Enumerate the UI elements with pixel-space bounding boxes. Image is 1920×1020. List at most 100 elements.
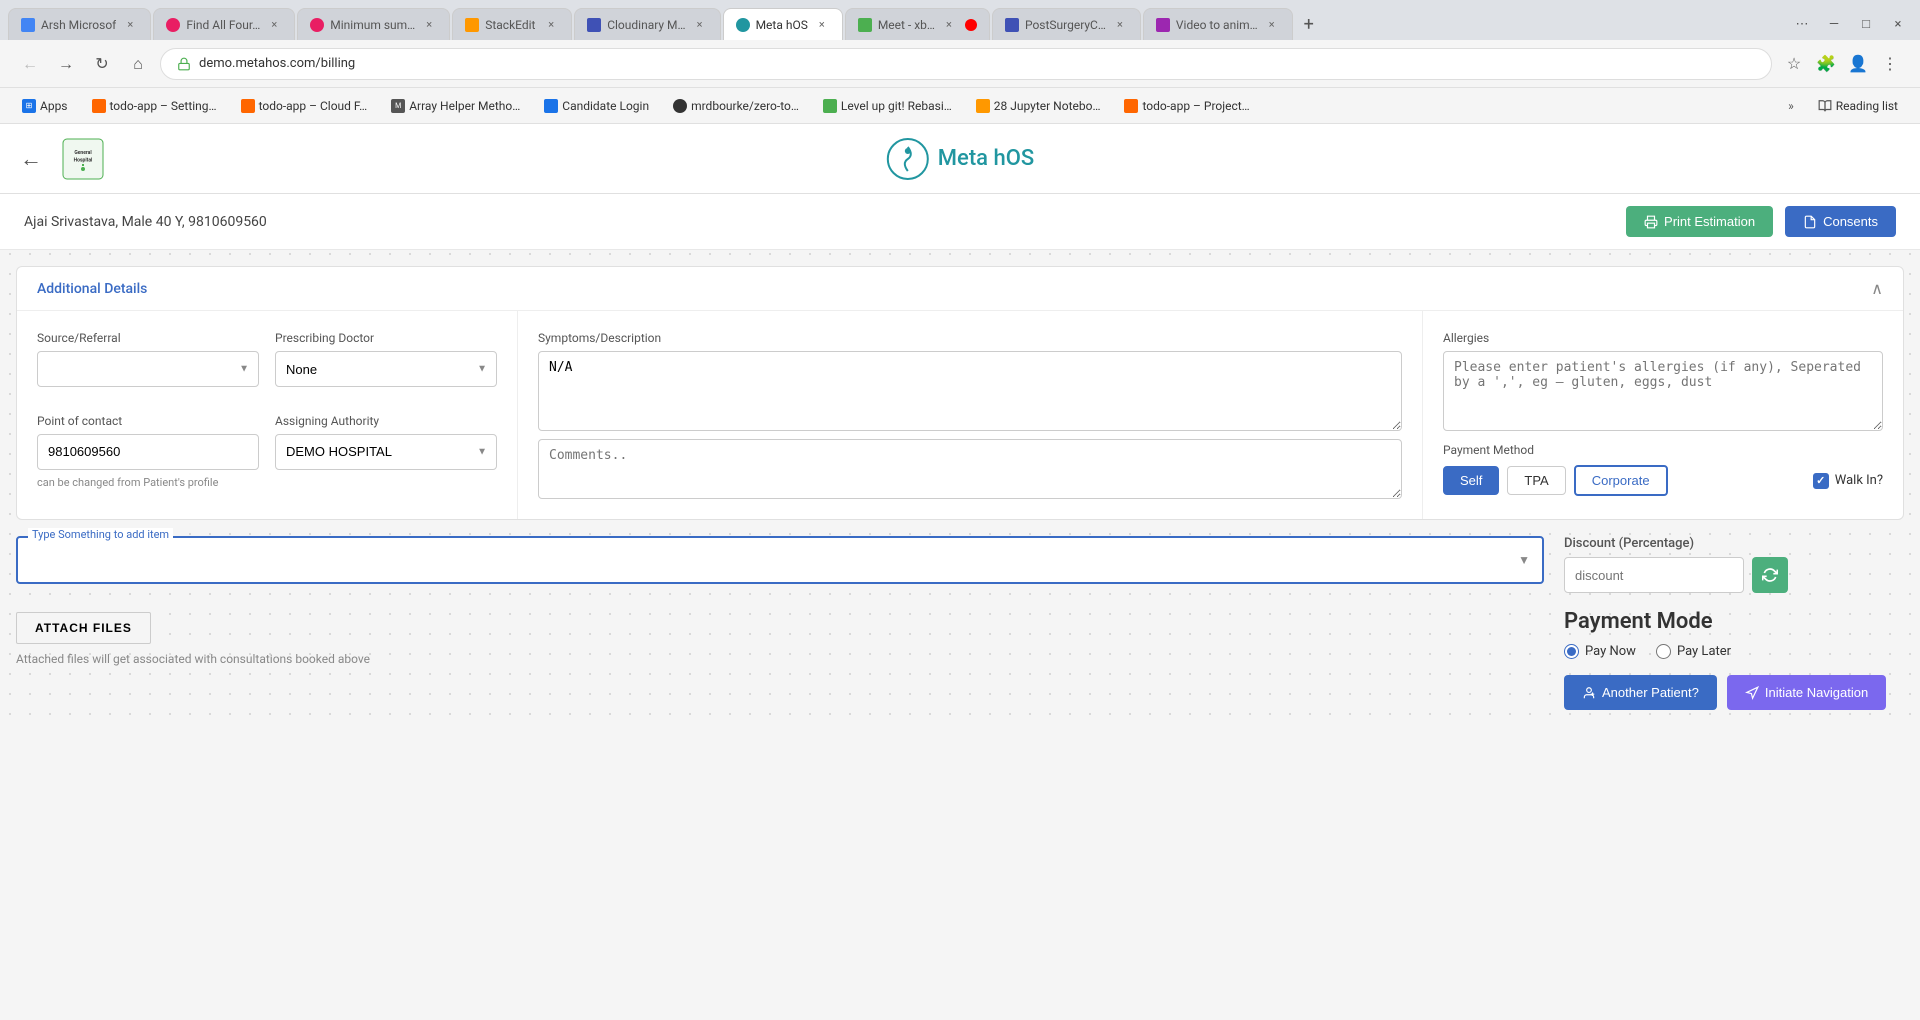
source-referral-group: Source/Referral (37, 331, 259, 398)
point-of-contact-group: Point of contact can be changed from Pat… (37, 414, 259, 500)
section-title: Additional Details (37, 281, 147, 297)
assigning-authority-select[interactable]: DEMO HOSPITAL (275, 434, 497, 470)
bookmark-apps[interactable]: ⊞ Apps (16, 97, 74, 115)
discount-input[interactable] (1564, 557, 1744, 593)
hospital-logo-svg: General Hospital (58, 134, 108, 184)
bookmark-array-helper[interactable]: M Array Helper Metho… (385, 97, 526, 115)
source-referral-select[interactable] (37, 351, 259, 387)
bookmark-todo-cloud[interactable]: todo-app – Cloud F… (235, 97, 374, 115)
item-input-dropdown-icon[interactable]: ▼ (1518, 553, 1530, 567)
right-controls: Discount (Percentage) Payment Mode Pay N… (1564, 536, 1904, 710)
symptoms-description-label: Symptoms/Description (538, 331, 1402, 345)
discount-input-row (1564, 557, 1904, 593)
address-bar[interactable]: demo.metahos.com/billing (160, 48, 1772, 80)
menu-button[interactable]: ⋮ (1876, 50, 1904, 78)
tab-minimumsum-close[interactable]: × (421, 17, 437, 33)
tab-minimumsum-label: Minimum sum… (330, 18, 415, 32)
profile-button[interactable]: 👤 (1844, 50, 1872, 78)
url-text: demo.metahos.com/billing (199, 56, 355, 71)
discount-label: Discount (Percentage) (1564, 536, 1904, 551)
bookmark-star-button[interactable]: ☆ (1780, 50, 1808, 78)
close-window-button[interactable]: × (1884, 10, 1912, 38)
bookmark-mrdbourke[interactable]: mrdbourke/zero-to… (667, 97, 805, 115)
bookmark-levelup[interactable]: Level up git! Rebasi… (817, 97, 958, 115)
tab-minimumsum[interactable]: Minimum sum… × (297, 8, 450, 40)
tab-videoapp[interactable]: Video to anim… × (1143, 8, 1293, 40)
restore-button[interactable]: □ (1852, 10, 1880, 38)
tab-postsurgery[interactable]: PostSurgeryC… × (992, 8, 1141, 40)
action-buttons: Another Patient? Initiate Navigation (1564, 675, 1904, 710)
section-collapse-button[interactable]: ∧ (1871, 279, 1883, 298)
tab-arsh-close[interactable]: × (122, 17, 138, 33)
comments-group (538, 439, 1402, 499)
tab-overflow-controls: ⋯ — □ × (1788, 10, 1912, 38)
tab-meet[interactable]: Meet - xb… × (845, 8, 990, 40)
forward-nav-button[interactable]: → (52, 50, 80, 78)
tab-findallfour-close[interactable]: × (266, 17, 282, 33)
allergies-textarea[interactable] (1443, 351, 1883, 431)
point-of-contact-input[interactable] (37, 434, 259, 470)
reading-list-button[interactable]: Reading list (1812, 97, 1904, 115)
tab-stackedit-close[interactable]: × (543, 17, 559, 33)
bookmarks-more-button[interactable]: » (1782, 97, 1800, 115)
back-nav-button[interactable]: ← (16, 50, 44, 78)
tab-videoapp-close[interactable]: × (1264, 17, 1280, 33)
payment-btn-self[interactable]: Self (1443, 466, 1499, 495)
source-referral-select-wrapper (37, 351, 259, 387)
attach-files-button[interactable]: ATTACH FILES (16, 612, 151, 644)
payment-btn-tpa[interactable]: TPA (1507, 466, 1565, 495)
bookmark-array-helper-label: Array Helper Metho… (409, 99, 520, 113)
prescribing-doctor-select[interactable]: None (275, 351, 497, 387)
reload-button[interactable]: ↻ (88, 50, 116, 78)
minimize-button[interactable]: — (1820, 10, 1848, 38)
tab-meet-close[interactable]: × (941, 17, 957, 33)
discount-apply-button[interactable] (1752, 557, 1788, 593)
tab-metahos[interactable]: Meta hOS × (723, 8, 843, 40)
meet-recording-indicator (965, 19, 977, 31)
bookmarks-bar: ⊞ Apps todo-app – Setting… todo-app – Cl… (0, 88, 1920, 124)
prescribing-doctor-label: Prescribing Doctor (275, 331, 497, 345)
tab-cloudinary[interactable]: Cloudinary M… × (574, 8, 720, 40)
pay-later-option[interactable]: Pay Later (1656, 644, 1731, 659)
symptoms-description-textarea[interactable]: N/A (538, 351, 1402, 431)
bookmark-candidate-login[interactable]: Candidate Login (538, 97, 655, 115)
item-search-input[interactable] (30, 542, 1518, 578)
home-button[interactable]: ⌂ (124, 50, 152, 78)
bookmark-todo-project[interactable]: todo-app – Project… (1118, 97, 1255, 115)
app-back-button[interactable]: ← (20, 146, 42, 172)
form-right-section: Allergies Payment Method Self TPA Corpor… (1423, 311, 1903, 519)
tab-postsurgery-close[interactable]: × (1112, 17, 1128, 33)
extensions-button[interactable]: 🧩 (1812, 50, 1840, 78)
bookmark-28jupyter[interactable]: 28 Jupyter Notebo… (970, 97, 1107, 115)
item-search-section: Type Something to add item ▼ ATTACH FILE… (16, 536, 1544, 666)
pay-now-radio[interactable] (1564, 644, 1579, 659)
initiate-navigation-button[interactable]: Initiate Navigation (1727, 675, 1886, 710)
tab-stackedit[interactable]: StackEdit × (452, 8, 572, 40)
payment-btn-corporate[interactable]: Corporate (1574, 465, 1668, 496)
navigation-icon (1745, 686, 1759, 700)
bookmark-todo-setting[interactable]: todo-app – Setting… (86, 97, 223, 115)
tab-arsh[interactable]: Arsh Microsof × (8, 8, 151, 40)
tab-findallfour[interactable]: Find All Four… × (153, 8, 295, 40)
tab-metahos-close[interactable]: × (814, 17, 830, 33)
item-input-wrapper: Type Something to add item ▼ (16, 536, 1544, 584)
comments-textarea[interactable] (538, 439, 1402, 499)
pay-now-option[interactable]: Pay Now (1564, 644, 1636, 659)
tab-postsurgery-label: PostSurgeryC… (1025, 18, 1106, 32)
new-tab-button[interactable]: + (1295, 10, 1323, 38)
bookmark-todo-project-label: todo-app – Project… (1142, 99, 1249, 113)
pay-later-label: Pay Later (1677, 644, 1731, 659)
pay-later-radio[interactable] (1656, 644, 1671, 659)
additional-details-panel: Additional Details ∧ Source/Referral (16, 266, 1904, 520)
print-estimation-button[interactable]: Print Estimation (1626, 206, 1773, 237)
payment-mode-options: Pay Now Pay Later (1564, 644, 1904, 659)
tab-list-button[interactable]: ⋯ (1788, 10, 1816, 38)
tab-arsh-label: Arsh Microsof (41, 18, 116, 32)
another-patient-button[interactable]: Another Patient? (1564, 675, 1717, 710)
nav-action-buttons: ☆ 🧩 👤 ⋮ (1780, 50, 1904, 78)
patient-bar: Ajai Srivastava, Male 40 Y, 9810609560 P… (0, 194, 1920, 250)
tab-cloudinary-close[interactable]: × (692, 17, 708, 33)
consents-button[interactable]: Consents (1785, 206, 1896, 237)
bottom-section: Type Something to add item ▼ ATTACH FILE… (0, 536, 1920, 726)
walk-in-checkbox[interactable] (1813, 473, 1829, 489)
